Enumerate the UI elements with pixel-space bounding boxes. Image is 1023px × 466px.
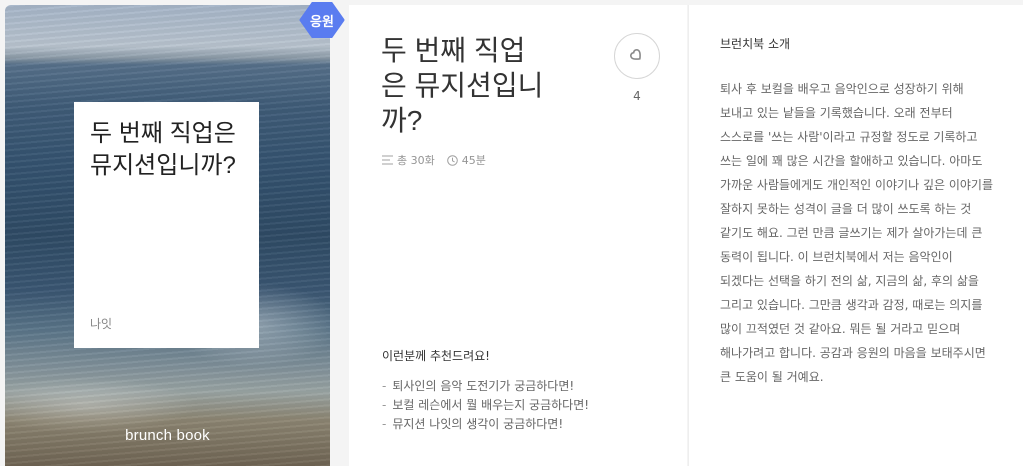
cover-title-card: 두 번째 직업은 뮤지션입니까? 나잇 <box>74 102 259 348</box>
episode-count: 총 30화 <box>382 152 435 168</box>
recommend-list: - 퇴사인의 음악 도전기가 궁금하다면! - 보컬 레슨에서 뭘 배우는지 궁금하… <box>382 377 589 434</box>
list-icon <box>382 155 393 165</box>
book-description-panel: 브런치북 소개 퇴사 후 보컬을 배우고 음악인으로 성장하기 위해 보내고 있… <box>688 5 1023 466</box>
recommend-item: - 뮤지션 나잇의 생각이 궁금하다면! <box>382 417 564 431</box>
book-meta: 총 30화 45분 <box>382 152 486 168</box>
support-badge-label: 응원 <box>310 14 334 30</box>
recommend-item: - 퇴사인의 음악 도전기가 궁금하다면! <box>382 379 575 393</box>
episode-count-text: 총 30화 <box>397 154 435 167</box>
book-title: 두 번째 직업은 뮤지션입니까? <box>381 35 544 136</box>
recommend-item: - 보컬 레슨에서 뭘 배우는지 궁금하다면! <box>382 398 590 412</box>
description-heading: 브런치북 소개 <box>720 37 791 51</box>
clock-icon <box>446 154 458 166</box>
cover-title: 두 번째 직업은 뮤지션입니까? <box>90 120 236 179</box>
description-body: 퇴사 후 보컬을 배우고 음악인으로 성장하기 위해 보내고 있는 낱들을 기록… <box>720 82 993 384</box>
book-cover[interactable]: 두 번째 직업은 뮤지션입니까? 나잇 brunch book <box>5 5 330 466</box>
brunch-book-logo: brunch book <box>125 427 210 444</box>
like-button[interactable] <box>614 33 660 79</box>
cover-author: 나잇 <box>90 317 113 331</box>
support-badge[interactable]: 응원 <box>299 2 345 38</box>
recommend-title: 이런분께 추천드려요! <box>382 349 490 363</box>
reading-time-text: 45분 <box>461 154 486 167</box>
book-info-panel: 두 번째 직업은 뮤지션입니까? 총 30화 45분 4 이런분께 추천드려요! <box>349 5 687 466</box>
reading-time: 45분 <box>446 152 486 168</box>
like-count: 4 <box>633 89 641 103</box>
like-icon <box>630 49 641 60</box>
